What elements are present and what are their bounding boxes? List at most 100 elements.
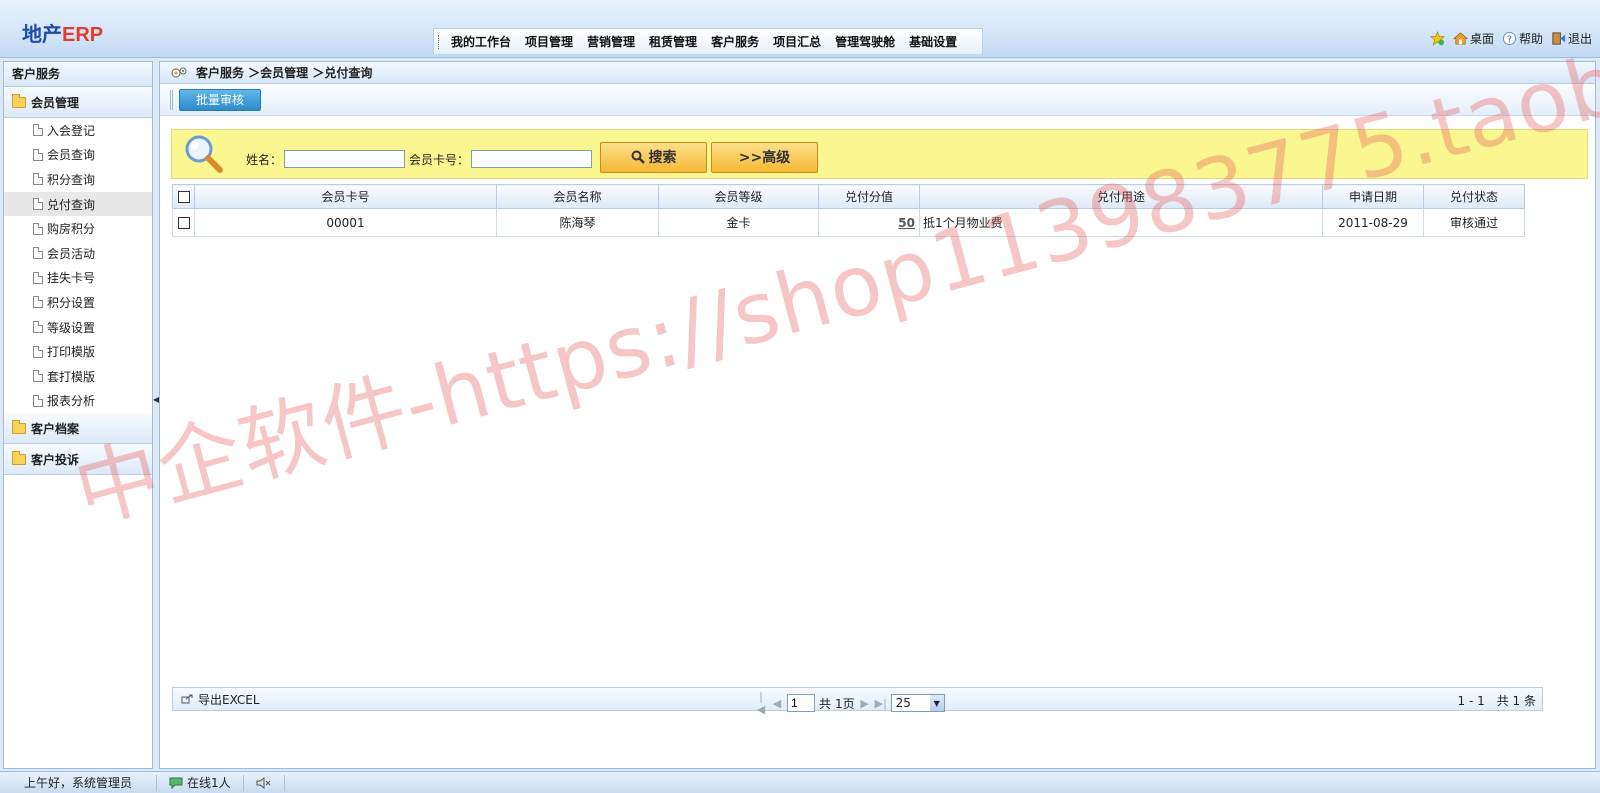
sidebar-item-label: 兑付查询 [47, 197, 96, 212]
breadcrumb-icon [171, 67, 187, 77]
search-button[interactable]: 搜索 [600, 141, 708, 173]
document-icon [33, 173, 43, 186]
sidebar-item-points-query[interactable]: 积分查询 [4, 167, 152, 192]
help-icon: ? [1502, 31, 1517, 45]
nav-grip [438, 34, 440, 49]
sidebar-item-label: 会员查询 [47, 148, 96, 163]
page-size-select[interactable]: 25 ▼ [890, 694, 945, 712]
points-cell: 50 [818, 208, 920, 237]
nav-workbench[interactable]: 我的工作台 [451, 33, 511, 50]
document-icon [33, 394, 43, 407]
card-number-input[interactable] [471, 150, 593, 168]
record-summary: 1 - 1 共 1 条 [1457, 694, 1537, 708]
name-label: 姓名： [246, 152, 283, 167]
sidebar-item-redemption-query[interactable]: 兑付查询 [4, 191, 152, 217]
advanced-search-button[interactable]: >>高级 [711, 141, 819, 173]
sidebar-item-overlay-print-template[interactable]: 套打模版 [4, 364, 152, 389]
favorite-button[interactable] [1429, 31, 1445, 46]
folder-icon [12, 450, 26, 465]
sidebar-group-label: 会员管理 [31, 95, 80, 110]
sound-toggle[interactable] [244, 774, 285, 791]
logo-en: ERP [62, 24, 104, 46]
column-header[interactable]: 兑付用途 [919, 184, 1323, 209]
sidebar-item-points-settings[interactable]: 积分设置 [4, 290, 152, 315]
sidebar-item-label: 入会登记 [47, 123, 96, 138]
row-checkbox[interactable] [177, 217, 190, 229]
sidebar-group-label: 客户投诉 [31, 452, 80, 467]
document-icon [33, 321, 43, 334]
column-header[interactable]: 会员名称 [496, 184, 659, 209]
sidebar-item-label: 会员活动 [47, 246, 96, 261]
batch-approve-button[interactable]: 批量审核 [179, 88, 262, 111]
last-page-icon[interactable]: ▶| [875, 697, 887, 710]
redemption-table: 会员卡号 会员名称 会员等级 兑付分值 兑付用途 申请日期 兑付状态 00001… [172, 184, 1525, 237]
toolbar-grip [170, 89, 173, 110]
member-level-cell: 金卡 [658, 208, 819, 237]
sidebar-item-member-activities[interactable]: 会员活动 [4, 241, 152, 266]
column-header[interactable]: 申请日期 [1322, 184, 1424, 209]
star-icon [1429, 31, 1445, 46]
chevron-down-icon: ▼ [929, 695, 944, 711]
sidebar-item-report-analysis[interactable]: 报表分析 [4, 389, 152, 414]
logout-label: 退出 [1567, 32, 1592, 46]
column-header[interactable]: 兑付分值 [818, 184, 920, 209]
column-header[interactable]: 会员卡号 [194, 184, 497, 209]
page-number-input[interactable] [787, 694, 815, 712]
help-label: 帮助 [1518, 32, 1543, 46]
sidebar-item-label: 购房积分 [47, 222, 96, 237]
folder-icon [12, 93, 26, 108]
total-pages: 1页 [835, 696, 855, 711]
sidebar-item-member-query[interactable]: 会员查询 [4, 143, 152, 168]
logo-cn: 地产 [22, 22, 62, 46]
nav-management-cockpit[interactable]: 管理驾驶舱 [835, 33, 895, 50]
sidebar-group-customer-files[interactable]: 客户档案 [4, 413, 152, 445]
nav-leasing-management[interactable]: 租赁管理 [649, 33, 697, 50]
apply-date-cell: 2011-08-29 [1322, 208, 1424, 237]
next-page-icon[interactable]: ▶ [859, 697, 871, 710]
sidebar-item-report-lost-card[interactable]: 挂失卡号 [4, 266, 152, 291]
speaker-muted-icon [256, 776, 271, 789]
app-logo: 地产ERP [22, 18, 103, 47]
sidebar-item-purchase-points[interactable]: 购房积分 [4, 216, 152, 241]
name-input[interactable] [284, 150, 406, 168]
table-header-row: 会员卡号 会员名称 会员等级 兑付分值 兑付用途 申请日期 兑付状态 [172, 184, 1525, 209]
breadcrumb: 客户服务 ＞会员管理 ＞兑付查询 [160, 62, 1595, 84]
usage-cell: 抵1个月物业费 [919, 208, 1323, 237]
sidebar: 客户服务 会员管理 入会登记 会员查询 积分查询 兑付查询 购房积分 会员活动 … [3, 61, 153, 769]
sidebar-group-customer-complaints[interactable]: 客户投诉 [4, 444, 152, 476]
desktop-link[interactable]: 桌面 [1452, 30, 1494, 47]
sidebar-item-label: 挂失卡号 [47, 271, 96, 286]
advanced-button-label: >>高级 [738, 150, 791, 166]
sidebar-item-level-settings[interactable]: 等级设置 [4, 315, 152, 340]
sidebar-item-member-registration[interactable]: 入会登记 [4, 118, 152, 143]
status-bar: 上午好，系统管理员 在线1人 [0, 771, 1600, 793]
export-excel-button[interactable]: 导出EXCEL [181, 691, 260, 708]
document-icon [33, 370, 43, 383]
nav-customer-service[interactable]: 客户服务 [711, 33, 759, 50]
pagination-bar: 导出EXCEL |◀ ◀ 共 1页 ▶ ▶| 25 ▼ 1 - 1 共 1 条 [172, 687, 1543, 716]
top-navigation: 我的工作台 项目管理 营销管理 租赁管理 客户服务 项目汇总 管理驾驶舱 基础设… [433, 28, 984, 54]
main-panel: 客户服务 ＞会员管理 ＞兑付查询 批量审核 姓名： 会员卡号： 搜索 >>高级 [159, 61, 1596, 769]
prev-page-icon[interactable]: ◀ [771, 697, 783, 710]
logout-link[interactable]: 退出 [1551, 30, 1592, 47]
nav-project-summary[interactable]: 项目汇总 [773, 33, 821, 50]
top-links: 桌面 ? 帮助 退出 [1429, 30, 1592, 47]
column-header[interactable]: 会员等级 [658, 184, 819, 209]
points-link[interactable]: 50 [898, 216, 915, 230]
pager-controls: |◀ ◀ 共 1页 ▶ ▶| 25 ▼ [755, 690, 945, 716]
sidebar-collapse-arrow-icon[interactable]: ◀ [153, 395, 159, 413]
table-row[interactable]: 00001 陈海琴 金卡 50 抵1个月物业费 2011-08-29 审核通过 [172, 208, 1525, 237]
sidebar-item-print-template[interactable]: 打印模版 [4, 339, 152, 364]
sidebar-group-member-management[interactable]: 会员管理 [4, 87, 152, 118]
search-panel: 姓名： 会员卡号： 搜索 >>高级 [171, 129, 1588, 179]
help-link[interactable]: ? 帮助 [1502, 30, 1543, 47]
select-all-checkbox[interactable] [177, 191, 190, 203]
nav-basic-settings[interactable]: 基础设置 [909, 33, 957, 50]
nav-marketing-management[interactable]: 营销管理 [587, 33, 635, 50]
nav-project-management[interactable]: 项目管理 [525, 33, 573, 50]
sidebar-title: 客户服务 [4, 62, 152, 87]
column-header[interactable]: 兑付状态 [1423, 184, 1525, 209]
total-prefix: 共 [819, 696, 832, 711]
first-page-icon[interactable]: |◀ [755, 690, 767, 716]
app-header: 地产ERP 我的工作台 项目管理 营销管理 租赁管理 客户服务 项目汇总 管理驾… [0, 0, 1600, 58]
